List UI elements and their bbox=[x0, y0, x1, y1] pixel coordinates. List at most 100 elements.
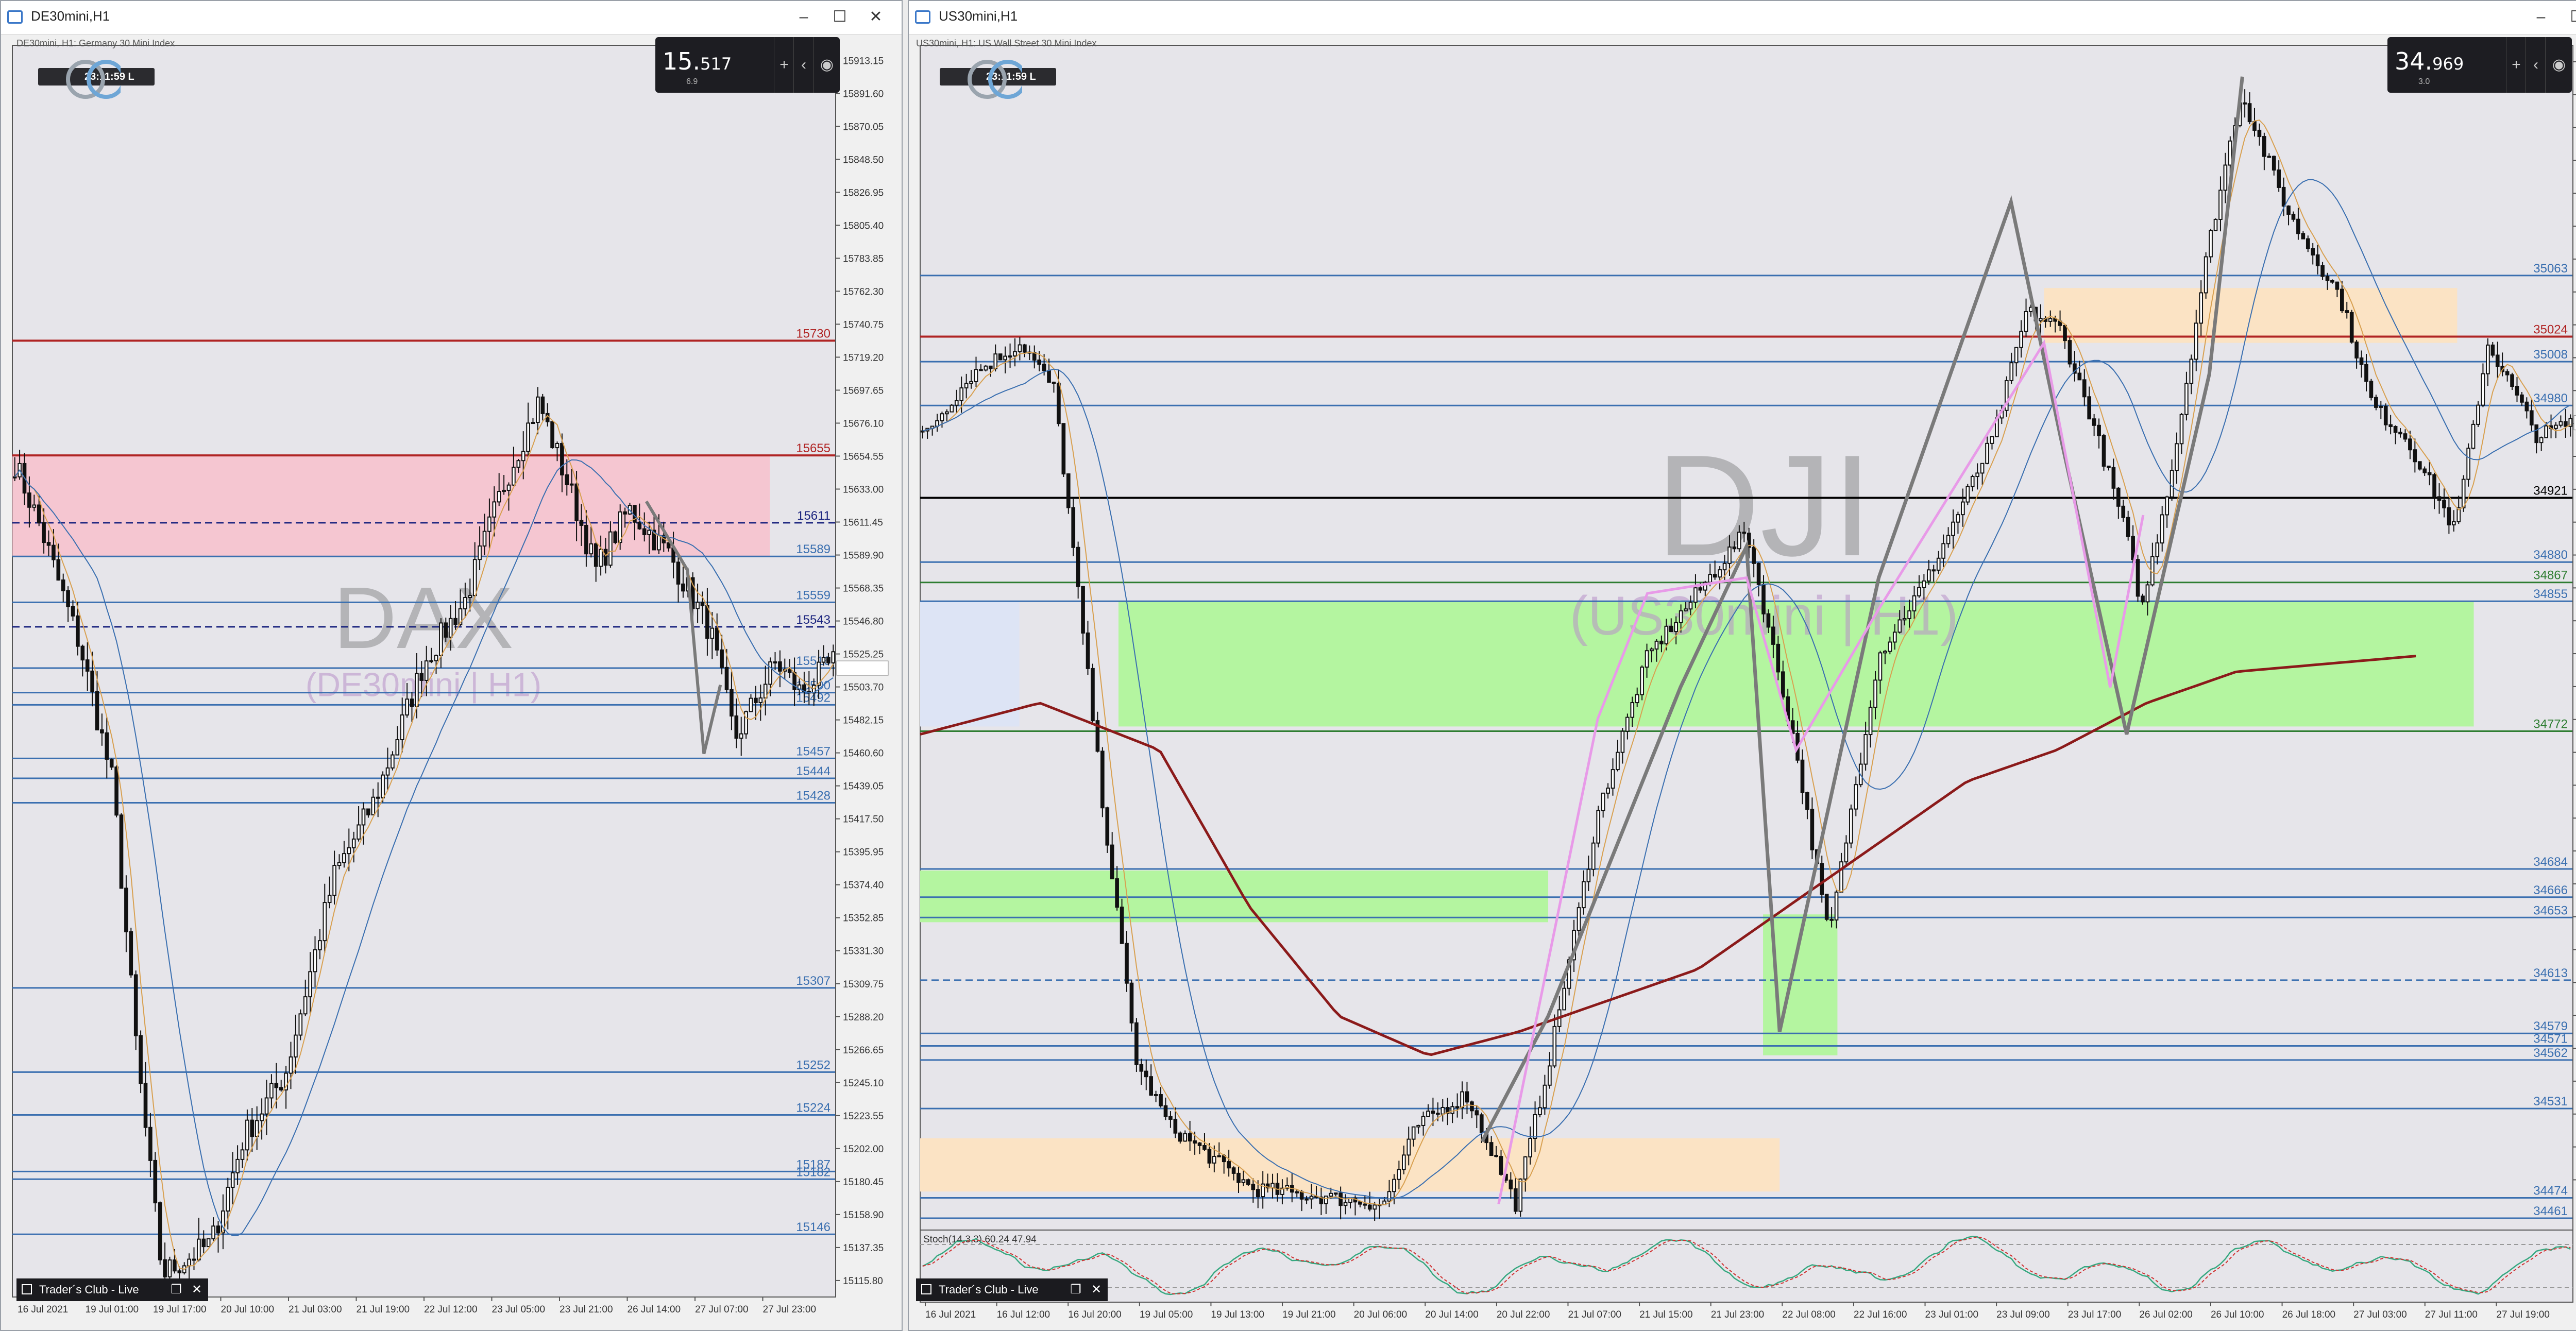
x-tick-label: 27 Jul 23:00 bbox=[763, 1304, 817, 1315]
candle-body bbox=[2092, 418, 2096, 426]
candle-body bbox=[1951, 521, 1955, 536]
candle-body bbox=[676, 561, 681, 585]
candle-body bbox=[1931, 569, 1936, 572]
candle-body bbox=[308, 971, 312, 998]
candle-body bbox=[1985, 442, 1989, 464]
close-icon[interactable]: ✕ bbox=[187, 1278, 207, 1301]
y-tick-label: 15762.30 bbox=[843, 286, 884, 297]
y-tick-label: 15589.90 bbox=[843, 551, 884, 561]
candle-body bbox=[410, 698, 414, 707]
candle-body bbox=[1304, 1198, 1309, 1201]
camera-icon[interactable]: ◉ bbox=[2545, 37, 2572, 93]
candle-body bbox=[1766, 613, 1771, 628]
candle-body bbox=[1426, 1111, 1430, 1117]
candle-body bbox=[1173, 1118, 1178, 1134]
candle-body bbox=[1450, 1106, 1454, 1114]
x-tick-label: 20 Jul 10:00 bbox=[221, 1304, 275, 1315]
candle-body bbox=[1358, 1201, 1362, 1205]
candle-body bbox=[1854, 784, 1858, 810]
buy-button[interactable]: + bbox=[2506, 37, 2526, 93]
x-tick-label: 23 Jul 09:00 bbox=[1996, 1309, 2050, 1320]
candle-body bbox=[715, 627, 719, 651]
candle-body bbox=[201, 1238, 206, 1248]
restore-icon[interactable]: ❐ bbox=[1065, 1278, 1086, 1301]
candle-body bbox=[2286, 206, 2291, 215]
window-titlebar[interactable]: US30mini,H1 – ☐ ✕ bbox=[909, 1, 2576, 35]
candle-body bbox=[821, 657, 826, 663]
candle-body bbox=[2213, 218, 2218, 231]
y-tick-label: 15525.25 bbox=[843, 650, 884, 660]
x-tick-label: 26 Jul 10:00 bbox=[2211, 1309, 2264, 1320]
close-icon[interactable]: ✕ bbox=[861, 6, 890, 28]
candle-body bbox=[90, 670, 94, 692]
candle-body bbox=[1975, 472, 1980, 477]
close-icon[interactable]: ✕ bbox=[1086, 1278, 1107, 1301]
candle-body bbox=[2369, 381, 2374, 398]
candle-body bbox=[46, 542, 51, 546]
candle-body bbox=[37, 504, 41, 523]
chart-window-de30[interactable]: DE30mini,H1 – ☐ ✕ DAX (DE30mini | H1) 1573… bbox=[0, 0, 903, 1331]
x-tick-label: 21 Jul 07:00 bbox=[1568, 1309, 1621, 1320]
candle-body bbox=[623, 511, 627, 515]
candle-body bbox=[85, 659, 90, 672]
price-chart-us30[interactable]: DJI(US30mini | H1)3506335024350083498034… bbox=[919, 35, 2576, 1321]
candle-body bbox=[226, 1186, 230, 1212]
candle-body bbox=[2175, 443, 2179, 471]
candle-body bbox=[1800, 759, 1805, 793]
candle-body bbox=[143, 1083, 148, 1128]
candle-body bbox=[1499, 1156, 1503, 1175]
level-label: 15611 bbox=[797, 509, 831, 523]
candle-body bbox=[594, 543, 598, 567]
menu-arrow-icon[interactable]: ‹ bbox=[793, 37, 814, 93]
candle-body bbox=[2199, 292, 2204, 324]
minimize-icon[interactable]: – bbox=[789, 6, 818, 28]
chart-window-us30[interactable]: US30mini,H1 – ☐ ✕ DJI(US30mini | H1)3506… bbox=[908, 0, 2576, 1331]
candle-body bbox=[1596, 810, 1601, 844]
candle-body bbox=[105, 732, 109, 760]
menu-arrow-icon[interactable]: ‹ bbox=[2526, 37, 2546, 93]
candle-body bbox=[1066, 473, 1071, 508]
x-tick-label: 23 Jul 01:00 bbox=[1925, 1309, 1979, 1320]
candle-body bbox=[1392, 1179, 1396, 1192]
candle-body bbox=[2471, 423, 2476, 449]
y-tick-label: 15115.80 bbox=[843, 1276, 883, 1287]
candle-body bbox=[2437, 496, 2442, 501]
level-label: 15589 bbox=[796, 542, 831, 556]
restore-icon[interactable]: ❐ bbox=[166, 1278, 187, 1301]
candle-body bbox=[158, 1202, 162, 1260]
y-tick-label: 15460.60 bbox=[843, 748, 884, 759]
candle-body bbox=[274, 1083, 279, 1088]
level-label: 15730 bbox=[796, 327, 831, 340]
candle-body bbox=[984, 365, 988, 371]
x-tick-label: 22 Jul 16:00 bbox=[1854, 1309, 1907, 1320]
buy-button[interactable]: + bbox=[774, 37, 794, 93]
candle-body bbox=[235, 1158, 240, 1173]
candle-body bbox=[1343, 1202, 1348, 1206]
candle-body bbox=[1722, 562, 1727, 571]
candle-body bbox=[1197, 1142, 1202, 1146]
candle-body bbox=[124, 888, 128, 933]
candle-body bbox=[294, 1034, 298, 1057]
y-tick-label: 15546.80 bbox=[843, 617, 884, 627]
maximize-icon[interactable]: ☐ bbox=[2563, 6, 2576, 28]
candle-body bbox=[940, 413, 944, 421]
maximize-icon[interactable]: ☐ bbox=[825, 6, 854, 28]
candle-body bbox=[1810, 809, 1815, 850]
candle-body bbox=[1990, 436, 1994, 444]
window-titlebar[interactable]: DE30mini,H1 – ☐ ✕ bbox=[1, 1, 902, 35]
candle-body bbox=[1892, 632, 1897, 643]
minimize-icon[interactable]: – bbox=[2527, 6, 2555, 28]
candle-body bbox=[1061, 423, 1066, 475]
candle-body bbox=[730, 689, 734, 717]
candle-body bbox=[2272, 156, 2276, 171]
candle-body bbox=[1348, 1198, 1352, 1203]
camera-icon[interactable]: ◉ bbox=[813, 37, 840, 93]
supply-zone bbox=[920, 1138, 1780, 1192]
trader-club-bar[interactable]: Trader´s Club - Live ❐ ✕ bbox=[16, 1278, 208, 1301]
price-chart-de30[interactable]: DAX(DE30mini | H1) 15730 15655 15611 15589 15… bbox=[11, 35, 893, 1321]
candle-body bbox=[2077, 372, 2082, 381]
level-label: 34980 bbox=[2533, 391, 2568, 405]
candle-body bbox=[1217, 1155, 1222, 1157]
candle-body bbox=[1577, 907, 1581, 931]
trader-club-bar[interactable]: Trader´s Club - Live ❐ ✕ bbox=[916, 1278, 1108, 1301]
